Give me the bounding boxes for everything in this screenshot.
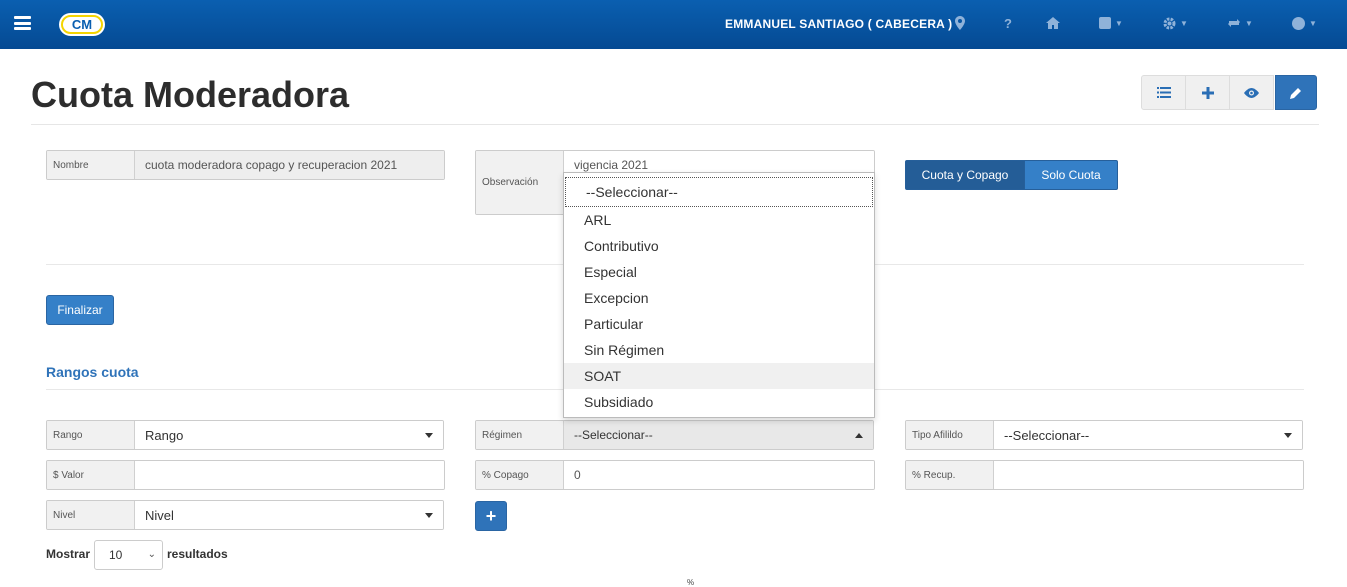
dropdown-option-highlighted[interactable]: SOAT [564, 363, 874, 389]
rango-select[interactable]: Rango [135, 421, 443, 449]
help-icon[interactable]: ? [1004, 13, 1012, 33]
regimen-dropdown-list: --Seleccionar-- ARL Contributivo Especia… [563, 172, 875, 418]
caret-down-icon [425, 433, 433, 438]
tipo-afiliado-label: Tipo Afilildo [906, 421, 994, 449]
regimen-field-group: Régimen --Seleccionar-- [475, 420, 874, 450]
edit-button[interactable] [1275, 75, 1317, 110]
page-title: Cuota Moderadora [31, 74, 350, 115]
tipo-afiliado-selected-value: --Seleccionar-- [1004, 427, 1090, 443]
chevron-down-icon: ▼ [1115, 18, 1123, 28]
dropdown-option[interactable]: Especial [564, 259, 874, 285]
dropdown-option[interactable]: Sin Régimen [564, 337, 874, 363]
view-detail-button[interactable] [1229, 75, 1274, 110]
nivel-label: Nivel [47, 501, 135, 529]
tipo-afiliado-select[interactable]: --Seleccionar-- [994, 421, 1302, 449]
page-size-value: 10 [109, 548, 123, 562]
dropdown-option[interactable]: Contributivo [564, 233, 874, 259]
copago-field-group: % Copago 0 [475, 460, 875, 490]
current-user-name[interactable]: EMMANUEL SANTIAGO ( CABECERA ) [725, 17, 952, 31]
top-navbar: CM EMMANUEL SANTIAGO ( CABECERA ) ? ▼ ▼ … [0, 0, 1347, 49]
table-header-partial: % [687, 578, 695, 587]
view-toolbar [1141, 75, 1317, 110]
nombre-label: Nombre [47, 151, 135, 179]
dropdown-option[interactable]: Excepcion [564, 285, 874, 311]
menu-hamburger-icon[interactable] [14, 16, 31, 30]
finalizar-button[interactable]: Finalizar [46, 295, 114, 325]
add-new-button[interactable] [1185, 75, 1230, 110]
dropdown-option[interactable]: --Seleccionar-- [565, 177, 873, 207]
settings-icon[interactable]: ▼ [1163, 13, 1188, 33]
toggle-cuota-y-copago[interactable]: Cuota y Copago [905, 160, 1025, 190]
rango-selected-value: Rango [145, 427, 184, 443]
observacion-label: Observación [476, 151, 564, 214]
dropdown-option[interactable]: Subsidiado [564, 389, 874, 415]
dropdown-option[interactable]: ARL [564, 207, 874, 233]
resultados-label: resultados [167, 547, 228, 561]
copago-input[interactable]: 0 [564, 461, 874, 489]
toggle-solo-cuota[interactable]: Solo Cuota [1025, 160, 1118, 190]
add-rango-button[interactable]: + [475, 501, 507, 531]
recup-label: % Recup. [906, 461, 994, 489]
chevron-down-icon: ▼ [1245, 18, 1253, 28]
dropdown-option[interactable]: Particular [564, 311, 874, 337]
eye-icon [1244, 87, 1259, 98]
valor-label: $ Valor [47, 461, 135, 489]
nivel-select[interactable]: Nivel [135, 501, 443, 529]
module-icon[interactable]: ▼ [1099, 13, 1123, 33]
nombre-field-group: Nombre cuota moderadora copago y recuper… [46, 150, 445, 180]
copago-label: % Copago [476, 461, 564, 489]
nombre-field[interactable]: cuota moderadora copago y recuperacion 2… [135, 151, 444, 179]
pencil-icon [1290, 87, 1301, 99]
caret-down-icon [1284, 433, 1292, 438]
regimen-selected-value: --Seleccionar-- [574, 428, 653, 442]
rango-label: Rango [47, 421, 135, 449]
tipo-afiliado-field-group: Tipo Afilildo --Seleccionar-- [905, 420, 1303, 450]
list-view-button[interactable] [1141, 75, 1186, 110]
home-icon[interactable] [1046, 13, 1060, 33]
app-logo[interactable]: CM [59, 13, 105, 36]
section-title-rangos: Rangos cuota [46, 364, 139, 380]
rango-field-group: Rango Rango [46, 420, 444, 450]
list-icon [1156, 87, 1171, 98]
user-circle-icon[interactable]: ▼ [1292, 13, 1317, 33]
recup-field-group: % Recup. [905, 460, 1304, 490]
valor-input[interactable] [135, 461, 444, 489]
map-marker-icon[interactable] [955, 13, 965, 33]
chevron-down-icon: ▼ [1180, 18, 1188, 28]
refresh-icon[interactable]: ▼ [1227, 13, 1253, 33]
regimen-label: Régimen [476, 421, 564, 449]
cuota-type-toggle: Cuota y Copago Solo Cuota [905, 160, 1118, 190]
mostrar-label: Mostrar [46, 547, 91, 561]
nivel-field-group: Nivel Nivel [46, 500, 444, 530]
recup-input[interactable] [994, 461, 1303, 489]
caret-down-icon [425, 513, 433, 518]
logo-text: CM [63, 17, 101, 32]
title-divider [31, 124, 1319, 125]
valor-field-group: $ Valor [46, 460, 445, 490]
chevron-down-icon: ⌄ [147, 549, 156, 560]
page-size-select[interactable]: 10 ⌄ [94, 540, 163, 570]
regimen-select[interactable]: --Seleccionar-- [564, 421, 873, 449]
plus-icon [1201, 86, 1214, 99]
nivel-selected-value: Nivel [145, 507, 174, 523]
caret-up-icon [855, 433, 863, 438]
chevron-down-icon: ▼ [1309, 18, 1317, 28]
